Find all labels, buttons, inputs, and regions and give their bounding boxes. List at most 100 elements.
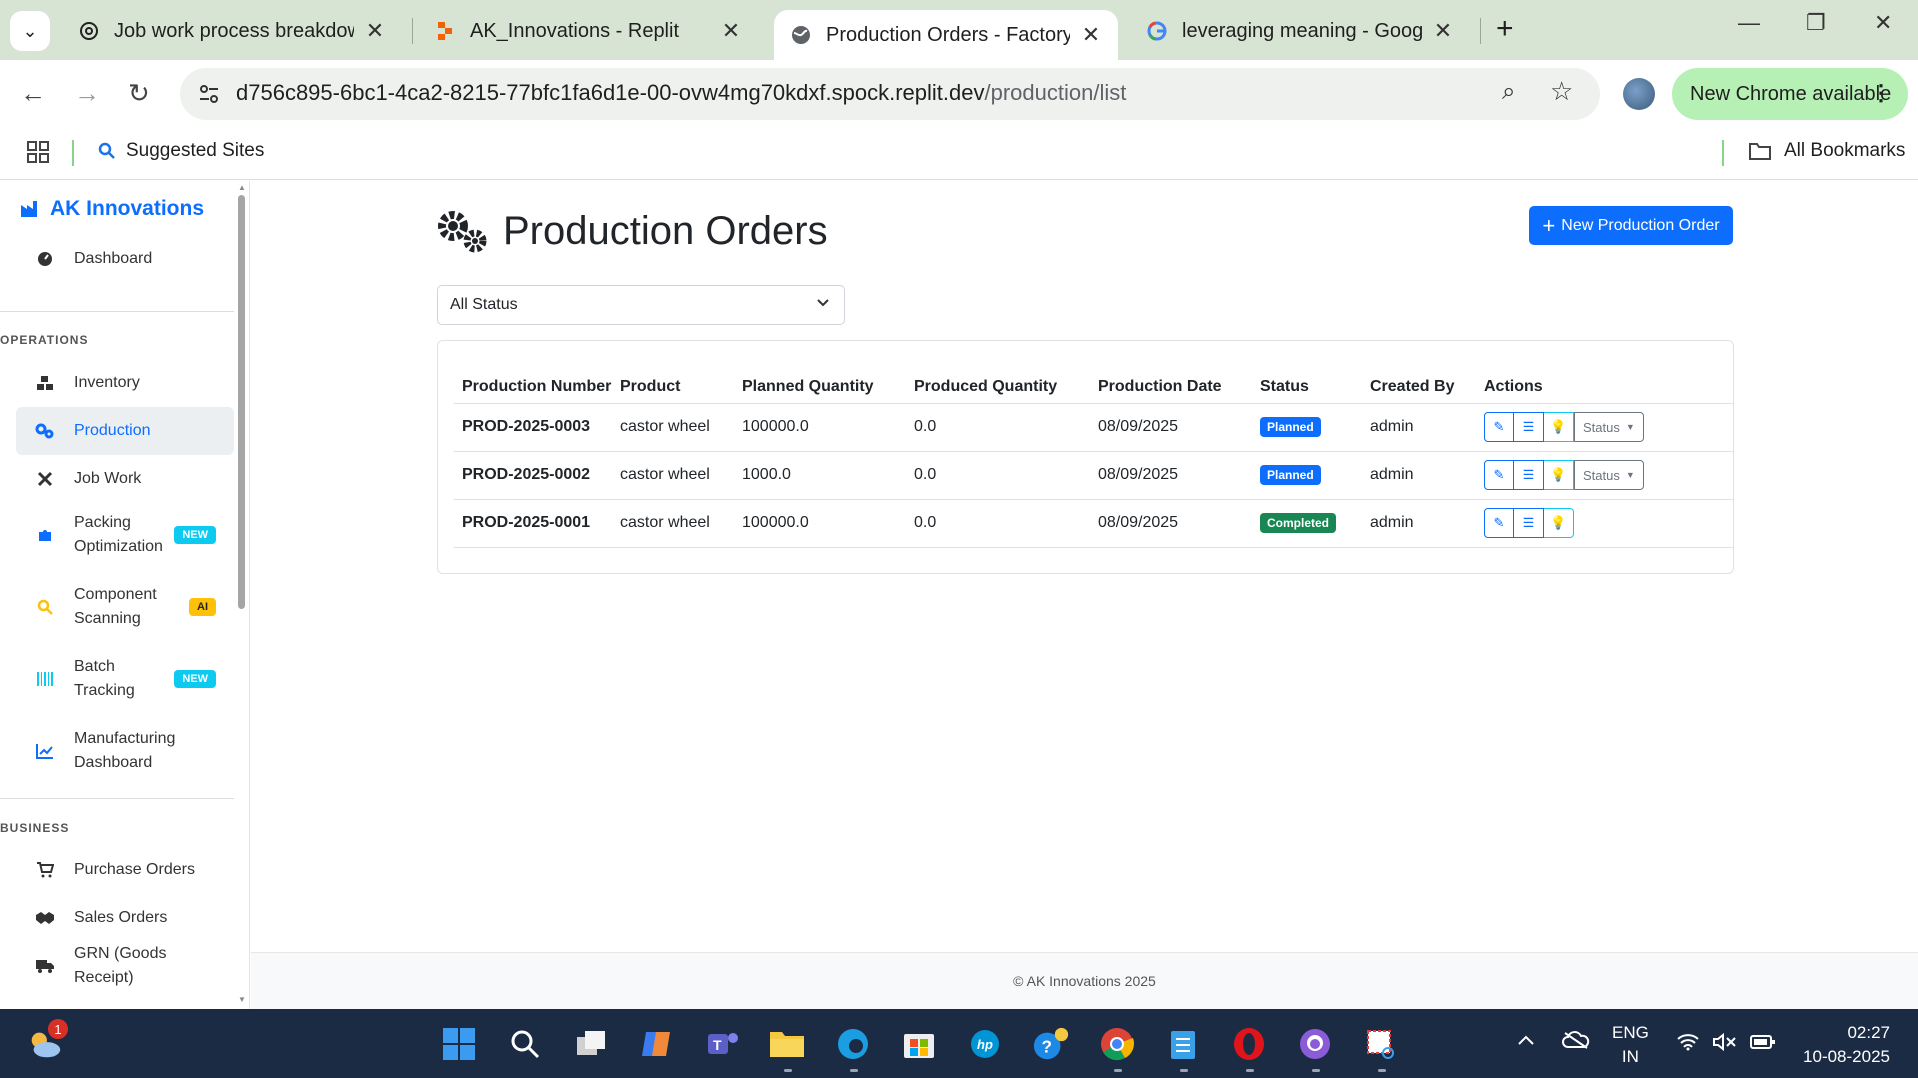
help-icon[interactable]: ? [1032, 1025, 1070, 1063]
new-tab-icon[interactable]: + [1496, 12, 1514, 46]
new-button-label: New Production Order [1561, 216, 1720, 234]
sidebar-scrollbar[interactable]: ▲ ▼ [236, 181, 248, 1009]
file-explorer-icon[interactable] [768, 1025, 806, 1063]
zoom-icon[interactable]: ⌕ [1502, 78, 1515, 106]
column-header: Planned Quantity [734, 357, 906, 404]
scrollbar-thumb[interactable] [238, 195, 245, 609]
puzzle-icon [34, 527, 56, 543]
details-button[interactable]: ☰ [1514, 412, 1544, 442]
copilot-icon[interactable] [638, 1025, 676, 1063]
notification-badge: 1 [48, 1019, 68, 1039]
minimize-icon[interactable]: — [1738, 10, 1760, 36]
status-dropdown-button[interactable]: Status ▼ [1574, 460, 1644, 490]
back-icon[interactable]: ← [20, 78, 46, 109]
sidebar-item-batch-tracking[interactable]: Batch Tracking NEW [16, 651, 234, 707]
language-indicator[interactable]: ENG IN [1612, 1021, 1649, 1069]
status-cell: Planned [1252, 451, 1362, 500]
task-view-icon[interactable] [572, 1025, 610, 1063]
edit-button[interactable]: ✎ [1484, 460, 1514, 490]
table-row: PROD-2025-0002 castor wheel 1000.0 0.0 0… [454, 451, 1733, 500]
sidebar-divider [0, 798, 234, 799]
bookmark-star-icon[interactable]: ☆ [1550, 76, 1573, 107]
status-filter-select[interactable]: All Status [437, 285, 845, 325]
details-button[interactable]: ☰ [1514, 460, 1544, 490]
browser-tab-2[interactable]: AK_Innovations - Replit ✕ [418, 10, 758, 52]
battery-icon[interactable] [1750, 1033, 1776, 1056]
edge-icon[interactable] [834, 1025, 872, 1063]
reload-icon[interactable]: ↻ [128, 78, 150, 109]
teams-icon[interactable]: T [704, 1025, 742, 1063]
chrome-icon[interactable] [1098, 1025, 1136, 1063]
close-tab-icon[interactable]: ✕ [1432, 18, 1454, 44]
search-icon[interactable] [506, 1025, 544, 1063]
close-tab-icon[interactable]: ✕ [364, 18, 386, 44]
suggestion-button[interactable]: 💡 [1544, 508, 1574, 538]
sidebar-item-grn[interactable]: GRN (Goods Receipt) [16, 938, 234, 994]
opera-icon[interactable] [1230, 1025, 1268, 1063]
tab-search-button[interactable]: ⌄ [10, 11, 50, 51]
edit-button[interactable]: ✎ [1484, 412, 1514, 442]
profile-avatar[interactable] [1623, 78, 1655, 110]
restore-icon[interactable]: ❐ [1806, 10, 1826, 36]
close-tab-icon[interactable]: ✕ [1080, 22, 1102, 48]
chevron-up-icon[interactable] [1516, 1031, 1536, 1052]
scroll-up-icon[interactable]: ▲ [236, 183, 248, 192]
sidebar-item-sales-orders[interactable]: Sales Orders [16, 894, 234, 942]
address-bar[interactable]: d756c895-6bc1-4ca2-8215-77bfc1fa6d1e-00-… [180, 68, 1600, 120]
edit-icon: ✎ [1493, 419, 1505, 434]
store-icon[interactable] [900, 1025, 938, 1063]
notepad-icon[interactable] [1164, 1025, 1202, 1063]
forward-icon[interactable]: → [74, 78, 100, 109]
brand-link[interactable]: AK Innovations [20, 197, 204, 221]
tools-icon [34, 471, 56, 487]
globe-icon [790, 24, 812, 46]
handshake-icon [34, 910, 56, 926]
browser-tab-1[interactable]: Job work process breakdown ✕ [62, 10, 402, 52]
status-dropdown-button[interactable]: Status ▼ [1574, 412, 1644, 442]
suggestion-button[interactable]: 💡 [1544, 460, 1574, 490]
planned-quantity-cell: 100000.0 [734, 499, 906, 548]
sidebar-item-inventory[interactable]: Inventory [16, 359, 234, 407]
language-code: ENG [1612, 1023, 1649, 1042]
running-indicator [1378, 1069, 1386, 1072]
system-clock[interactable]: 02:27 10-08-2025 [1790, 1021, 1890, 1069]
product-cell: castor wheel [612, 499, 734, 548]
volume-muted-icon[interactable] [1712, 1032, 1738, 1056]
browser-tab-3-active[interactable]: Production Orders - Factory Ma ✕ [774, 10, 1118, 60]
sidebar-item-purchase-orders[interactable]: Purchase Orders [16, 846, 234, 894]
more-menu-icon[interactable]: ⋮ [1870, 80, 1892, 106]
clock-time: 02:27 [1847, 1023, 1890, 1042]
suggestion-button[interactable]: 💡 [1544, 412, 1574, 442]
edit-icon: ✎ [1493, 515, 1505, 530]
sidebar-item-production[interactable]: Production [16, 407, 234, 455]
browser-tab-4[interactable]: leveraging meaning - Google S ✕ [1130, 10, 1470, 52]
edit-button[interactable]: ✎ [1484, 508, 1514, 538]
sidebar-divider [0, 311, 234, 312]
openai-icon [78, 20, 100, 42]
sidebar-item-dashboard[interactable]: Dashboard [16, 235, 234, 283]
snipping-tool-icon[interactable] [1362, 1025, 1400, 1063]
close-tab-icon[interactable]: ✕ [720, 18, 742, 44]
all-bookmarks-button[interactable]: All Bookmarks [1748, 140, 1905, 162]
sidebar-item-job-work[interactable]: Job Work [16, 455, 234, 503]
new-badge: NEW [174, 670, 216, 688]
details-button[interactable]: ☰ [1514, 508, 1544, 538]
wifi-icon[interactable] [1676, 1033, 1700, 1056]
apps-grid-icon[interactable] [26, 140, 50, 164]
running-indicator [1312, 1069, 1320, 1072]
sidebar-item-label: Batch Tracking [74, 658, 135, 699]
onedrive-icon[interactable] [1562, 1031, 1590, 1054]
hp-icon[interactable]: hp [966, 1025, 1004, 1063]
sidebar-item-component-scanning[interactable]: Component Scanning AI [16, 579, 234, 635]
close-window-icon[interactable]: ✕ [1874, 10, 1892, 36]
github-icon[interactable] [1296, 1025, 1334, 1063]
chrome-update-button[interactable]: New Chrome available ⋮ [1672, 68, 1908, 120]
windows-start-icon[interactable] [440, 1025, 478, 1063]
site-info-icon[interactable] [196, 81, 222, 107]
suggested-sites-link[interactable]: Suggested Sites [98, 140, 264, 162]
new-production-order-button[interactable]: + New Production Order [1529, 206, 1733, 245]
sidebar-item-manufacturing-dashboard[interactable]: Manufacturing Dashboard [16, 723, 234, 779]
scroll-down-icon[interactable]: ▼ [236, 995, 248, 1004]
sidebar-item-packing-optimization[interactable]: Packing Optimization NEW [16, 507, 234, 563]
production-number: PROD-2025-0001 [454, 499, 612, 548]
